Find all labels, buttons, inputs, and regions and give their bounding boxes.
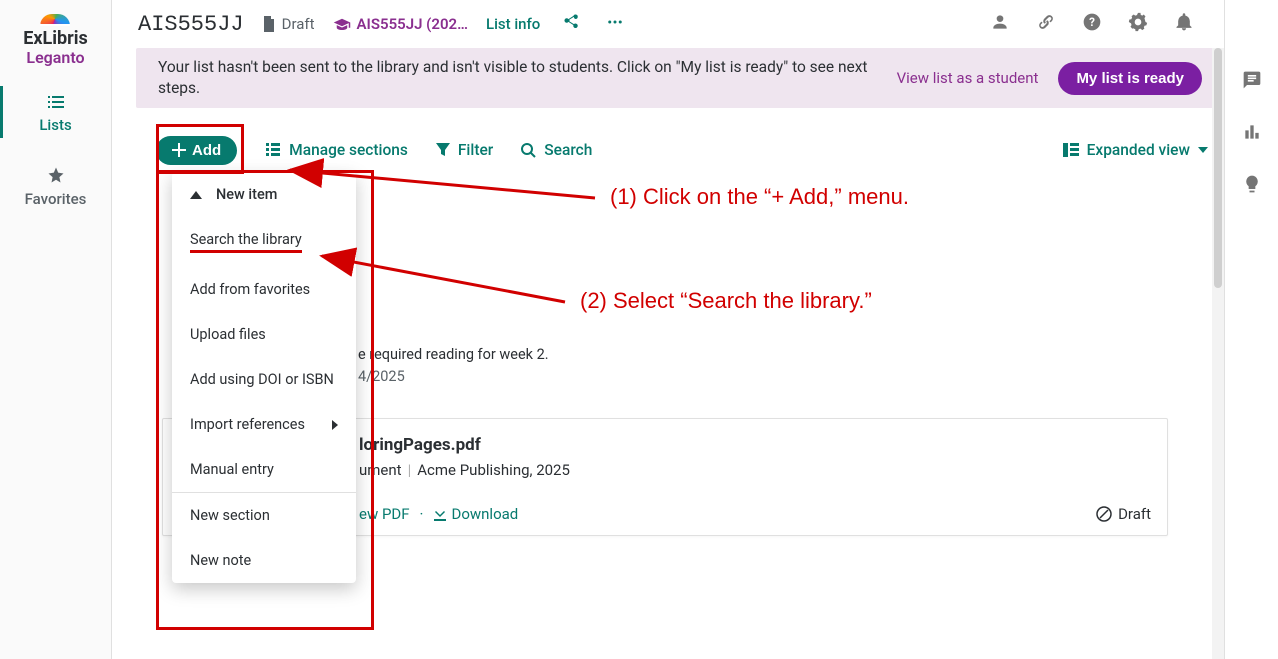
nav-lists[interactable]: Lists bbox=[0, 76, 111, 148]
view-as-student-link[interactable]: View list as a student bbox=[897, 69, 1039, 87]
notifications-icon[interactable] bbox=[1170, 8, 1198, 40]
link-icon[interactable] bbox=[1032, 8, 1060, 40]
list-status-label: Draft bbox=[282, 15, 315, 33]
plus-icon bbox=[172, 143, 186, 157]
view-icon bbox=[1063, 143, 1079, 157]
citation-title-fragment: loringPages.pdf bbox=[359, 435, 481, 455]
manage-sections[interactable]: Manage sections bbox=[265, 141, 408, 159]
course-link-label: AIS555JJ (202… bbox=[357, 15, 468, 33]
graduation-cap-icon bbox=[333, 17, 351, 31]
view-pdf-fragment[interactable]: ew PDF bbox=[359, 505, 410, 523]
menu-search-library[interactable]: Search the library bbox=[172, 217, 356, 267]
callout-step1: (1) Click on the “+ Add,” menu. bbox=[610, 184, 909, 210]
settings-icon[interactable] bbox=[1124, 8, 1152, 40]
nav-favorites[interactable]: Favorites bbox=[0, 148, 111, 222]
filter-icon bbox=[436, 143, 450, 157]
scrollbar-thumb[interactable] bbox=[1214, 48, 1222, 288]
star-icon bbox=[47, 166, 65, 184]
view-mode[interactable]: Expanded view bbox=[1063, 141, 1208, 159]
menu-new-item[interactable]: New item bbox=[172, 172, 356, 217]
more-icon[interactable] bbox=[602, 9, 628, 39]
section-date-fragment: 4/2025 bbox=[358, 368, 405, 385]
course-link[interactable]: AIS555JJ (202… bbox=[333, 15, 468, 33]
add-button[interactable]: Add bbox=[156, 136, 237, 165]
list-status: Draft bbox=[262, 15, 315, 33]
menu-new-item-label: New item bbox=[216, 186, 277, 203]
svg-text:?: ? bbox=[1089, 15, 1095, 29]
citation-meta: ument|Acme Publishing, 2025 bbox=[359, 461, 570, 479]
list-ready-button[interactable]: My list is ready bbox=[1058, 62, 1202, 95]
brand-logo: ExLibris Leganto bbox=[15, 0, 96, 76]
comments-icon[interactable] bbox=[1242, 70, 1262, 94]
view-mode-label: Expanded view bbox=[1087, 141, 1190, 159]
search[interactable]: Search bbox=[521, 141, 592, 159]
add-menu: New item Search the library Add from fav… bbox=[172, 172, 356, 583]
filter[interactable]: Filter bbox=[436, 141, 493, 159]
sections-icon bbox=[265, 142, 281, 158]
filter-label: Filter bbox=[458, 141, 493, 159]
left-sidebar: ExLibris Leganto Lists Favorites bbox=[0, 0, 112, 659]
citation-status: Draft bbox=[1096, 505, 1151, 523]
section-description-fragment: e required reading for week 2. bbox=[358, 346, 549, 363]
tips-icon[interactable] bbox=[1242, 174, 1262, 198]
analytics-icon[interactable] bbox=[1242, 122, 1262, 146]
banner-text: Your list hasn't been sent to the librar… bbox=[158, 57, 877, 99]
manage-sections-label: Manage sections bbox=[289, 141, 408, 159]
help-icon[interactable]: ? bbox=[1078, 8, 1106, 40]
citation-actions: ew PDF · Download bbox=[359, 505, 518, 523]
search-icon bbox=[521, 143, 536, 158]
menu-import-refs[interactable]: Import references bbox=[172, 402, 356, 447]
status-icon bbox=[1096, 506, 1112, 522]
list-toolbar: Add Manage sections Filter Search Expand… bbox=[156, 128, 1208, 172]
brand-line1: ExLibris bbox=[23, 28, 88, 49]
document-icon bbox=[262, 16, 276, 32]
menu-new-note[interactable]: New note bbox=[172, 538, 356, 583]
user-icon[interactable] bbox=[986, 8, 1014, 40]
course-code: AIS555JJ bbox=[138, 12, 244, 37]
chevron-up-icon bbox=[190, 191, 202, 199]
menu-upload-files[interactable]: Upload files bbox=[172, 312, 356, 357]
search-label: Search bbox=[544, 141, 592, 159]
menu-add-favorites[interactable]: Add from favorites bbox=[172, 267, 356, 312]
right-rail bbox=[1224, 0, 1278, 659]
menu-search-library-label: Search the library bbox=[190, 231, 302, 253]
callout-step2: (2) Select “Search the library.” bbox=[580, 288, 872, 314]
info-banner: Your list hasn't been sent to the librar… bbox=[136, 48, 1224, 108]
nav-lists-label: Lists bbox=[39, 116, 71, 134]
share-icon[interactable] bbox=[558, 9, 584, 39]
download-link[interactable]: Download bbox=[433, 505, 518, 523]
menu-doi-isbn[interactable]: Add using DOI or ISBN bbox=[172, 357, 356, 402]
chevron-right-icon bbox=[332, 420, 338, 430]
menu-new-section[interactable]: New section bbox=[172, 493, 356, 538]
list-icon bbox=[46, 94, 66, 110]
top-bar: AIS555JJ Draft AIS555JJ (202… List info … bbox=[112, 0, 1224, 48]
download-icon bbox=[433, 507, 447, 521]
brand-rainbow-icon bbox=[40, 14, 70, 26]
list-info-link[interactable]: List info bbox=[486, 15, 540, 33]
chevron-down-icon bbox=[1198, 147, 1208, 153]
add-button-label: Add bbox=[192, 142, 221, 159]
nav-favorites-label: Favorites bbox=[25, 190, 87, 208]
menu-manual-entry[interactable]: Manual entry bbox=[172, 447, 356, 492]
brand-line2: Leganto bbox=[23, 50, 88, 66]
